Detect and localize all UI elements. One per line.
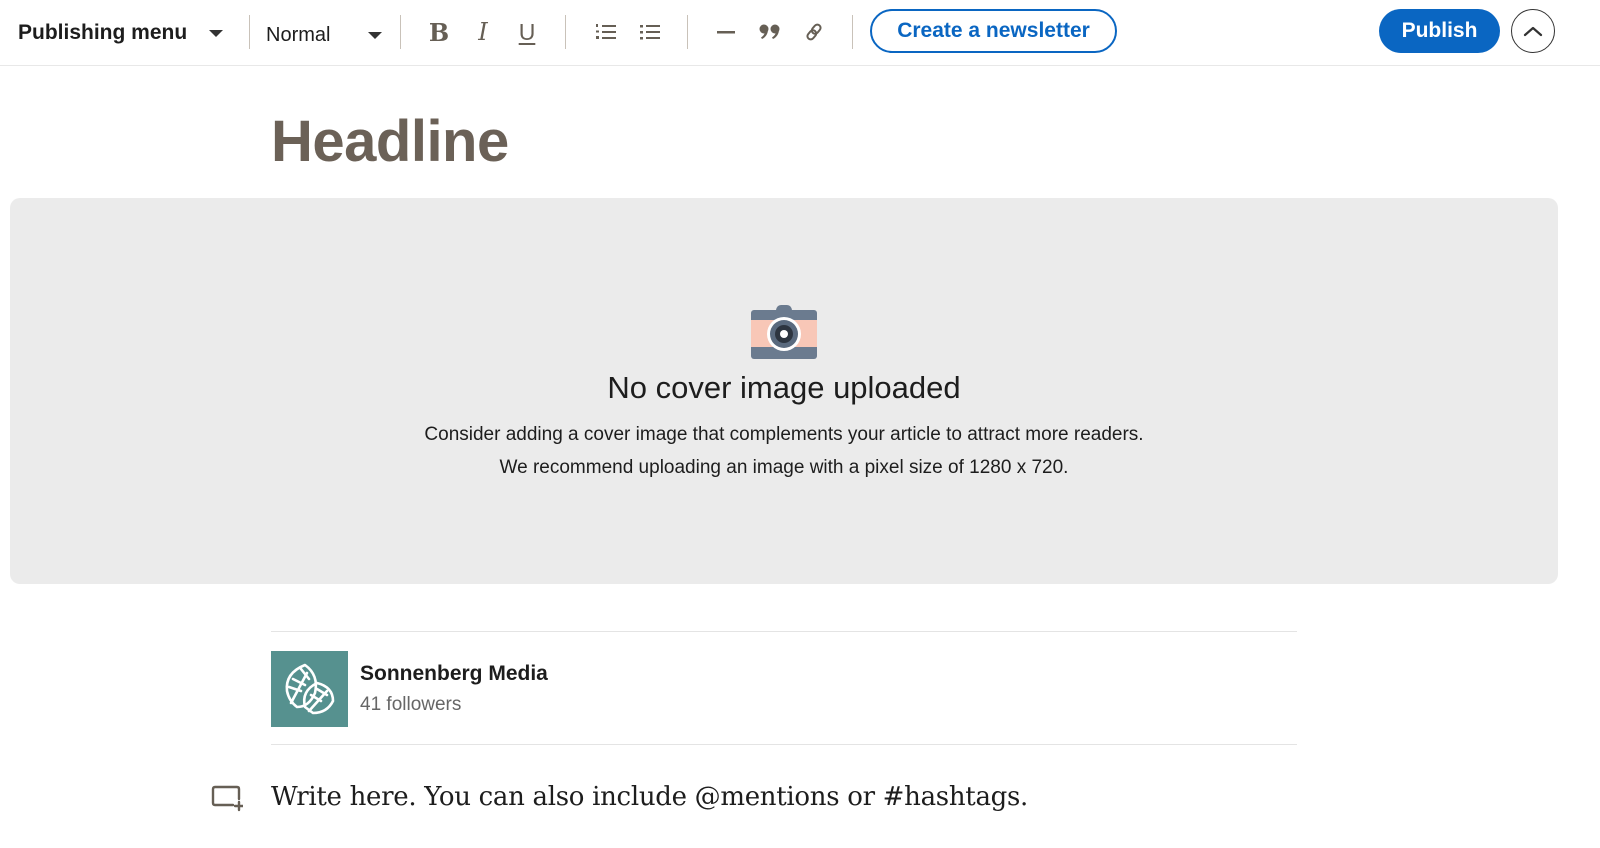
cover-description-line1: Consider adding a cover image that compl… (424, 424, 1144, 445)
caret-down-icon (368, 31, 383, 39)
toolbar-separator (565, 15, 566, 49)
caret-down-icon (209, 29, 224, 37)
cover-image-upload-area[interactable]: No cover image uploaded Consider adding … (10, 198, 1558, 584)
author-divider-top (271, 631, 1297, 632)
leaf-logo-icon (285, 663, 334, 715)
cover-empty-title: No cover image uploaded (607, 370, 961, 405)
add-media-icon (211, 785, 245, 812)
link-button[interactable] (796, 14, 832, 50)
italic-button[interactable]: I (465, 14, 501, 50)
chevron-up-icon (1523, 26, 1543, 37)
quote-button[interactable] (752, 14, 788, 50)
toolbar-separator (687, 15, 688, 49)
publish-button[interactable]: Publish (1379, 9, 1500, 53)
text-style-value: Normal (266, 23, 331, 46)
numbered-list-button[interactable] (588, 14, 624, 50)
add-media-button[interactable] (211, 785, 245, 818)
toolbar-separator (852, 15, 853, 49)
divider-button[interactable] (708, 14, 744, 50)
publishing-menu-label: Publishing menu (18, 21, 188, 44)
author-divider-bottom (271, 744, 1297, 745)
author-followers: 41 followers (360, 694, 462, 715)
numbered-list-icon (596, 24, 616, 39)
horizontal-rule-icon (717, 31, 735, 34)
link-icon (806, 23, 822, 41)
quote-icon (759, 24, 780, 39)
toolbar-separator (249, 15, 250, 49)
cover-description-line2: We recommend uploading an image with a p… (499, 457, 1069, 478)
bulleted-list-icon (640, 25, 660, 40)
publishing-menu-dropdown[interactable]: Publishing menu (18, 16, 224, 50)
author-avatar[interactable] (271, 651, 348, 727)
bulleted-list-button[interactable] (632, 14, 668, 50)
create-newsletter-button[interactable]: Create a newsletter (870, 9, 1117, 53)
bold-icon: B (428, 17, 450, 47)
italic-icon: I (478, 18, 488, 46)
collapse-toolbar-button[interactable] (1511, 9, 1555, 53)
author-name[interactable]: Sonnenberg Media (360, 662, 548, 686)
bold-button[interactable]: B (421, 14, 457, 50)
camera-icon (751, 305, 817, 359)
text-style-select[interactable]: Normal (266, 18, 383, 52)
underline-icon: U (518, 18, 536, 45)
toolbar-separator (400, 15, 401, 49)
headline-input[interactable]: Headline (271, 108, 509, 175)
underline-button[interactable]: U (509, 14, 545, 50)
article-body-input[interactable]: Write here. You can also include @mentio… (271, 782, 1028, 812)
editor-toolbar: Publishing menu Normal B I U Create a ne… (0, 0, 1600, 66)
